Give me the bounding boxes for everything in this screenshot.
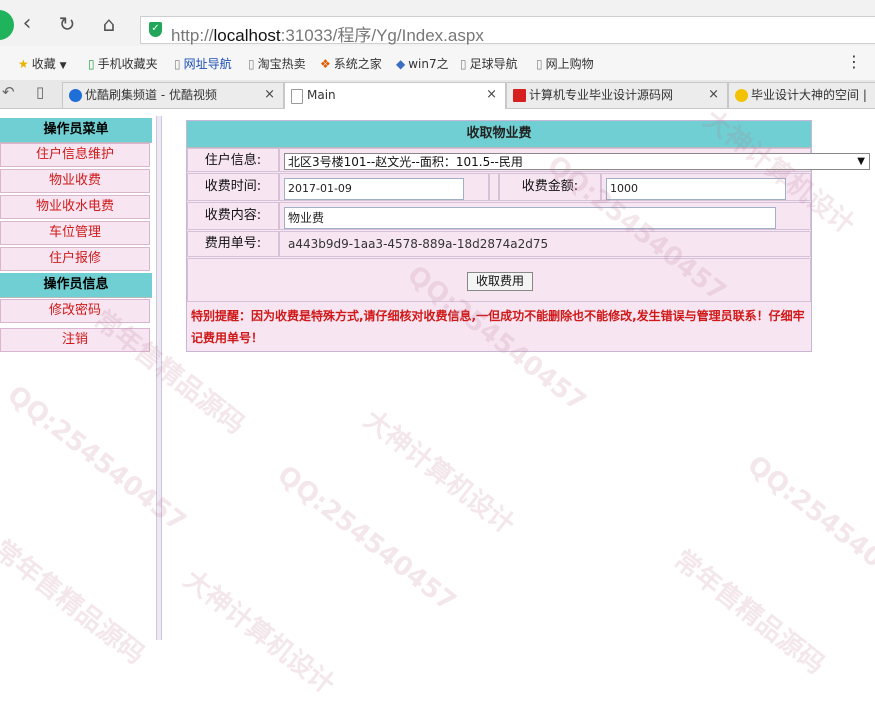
tab-bar: ↶ ▯ 优酷刷集频道 - 优酷视频 × Main × 计算机专业毕业设计源码网 × 毕… xyxy=(0,80,875,109)
close-icon[interactable]: × xyxy=(486,83,497,107)
bookmark-mobile[interactable]: ▯ 手机收藏夹 xyxy=(88,55,158,72)
page-icon: ▯ xyxy=(174,57,181,71)
windows-icon: ❖ xyxy=(320,57,331,71)
resident-label: 住户信息: xyxy=(187,148,279,172)
youku-icon xyxy=(69,89,82,102)
star-icon: ★ xyxy=(18,57,29,71)
tab-main[interactable]: Main × xyxy=(284,82,506,109)
watermark: 大神计算机设计 xyxy=(357,404,520,541)
bookmark-xitong[interactable]: ❖ 系统之家 xyxy=(320,55,382,72)
content-label: 收费内容: xyxy=(187,202,279,230)
menu-item-parking[interactable]: 车位管理 xyxy=(0,221,150,245)
menu-item-change-password[interactable]: 修改密码 xyxy=(0,299,150,323)
resident-cell: 北区3号楼101--赵文光--面积：101.5--民用 ▼ xyxy=(279,148,870,172)
resident-select[interactable]: 北区3号楼101--赵文光--面积：101.5--民用 ▼ xyxy=(284,153,870,170)
menu-header-operator-info: 操作员信息 xyxy=(0,273,152,298)
back-icon[interactable]: ‹ xyxy=(14,11,40,37)
tab-youku[interactable]: 优酷刷集频道 - 优酷视频 × xyxy=(62,82,284,108)
amount-label: 收费金额: xyxy=(499,173,601,201)
chevron-down-icon: ▼ xyxy=(59,61,67,71)
watermark: QQ:254540457 xyxy=(741,450,875,608)
bill-label: 费用单号: xyxy=(187,231,279,257)
menu-item-property-fee[interactable]: 物业收费 xyxy=(0,169,150,193)
spacer-cell xyxy=(489,173,499,201)
watermark: QQ:254540457 xyxy=(271,460,462,618)
address-bar[interactable]: ✓ http://localhost:31033/程序/Yg/Index.asp… xyxy=(140,16,875,45)
reload-icon[interactable]: ↻ xyxy=(54,11,80,37)
tab-space[interactable]: 毕业设计大神的空间 | xyxy=(728,82,875,108)
time-input[interactable]: 2017-01-09 xyxy=(284,178,464,200)
menu-item-logout[interactable]: 注销 xyxy=(0,328,150,352)
watermark: 常年售精品源码 xyxy=(667,544,830,681)
url-text: http://localhost:31033/程序/Yg/Index.aspx xyxy=(171,26,484,45)
bookmark-win7[interactable]: ◆ win7之 xyxy=(396,55,449,72)
watermark: 常年售精品源码 xyxy=(0,534,150,671)
form-title: 收取物业费 xyxy=(187,121,811,148)
bookmark-shopping[interactable]: ▯ 网上购物 xyxy=(536,55,594,72)
bookmarks-bar: ★ 收藏 ▼ ▯ 手机收藏夹 ▯ 网址导航 ▯ 淘宝热卖 ❖ 系统之家 ◆ win7之 ▯ 足… xyxy=(0,46,875,81)
menu-header-operator: 操作员菜单 xyxy=(0,118,152,143)
site-icon xyxy=(513,89,526,102)
menu-item-resident-maintain[interactable]: 住户信息维护 xyxy=(0,143,150,167)
tab-source-code[interactable]: 计算机专业毕业设计源码网 × xyxy=(506,82,728,108)
fee-form: 收取物业费 住户信息: 北区3号楼101--赵文光--面积：101.5--民用 ▼… xyxy=(186,120,870,352)
time-cell: 2017-01-09 xyxy=(279,173,489,201)
frame-divider[interactable] xyxy=(156,116,162,640)
watermark: QQ:254540457 xyxy=(1,380,192,538)
menu-item-utility-fee[interactable]: 物业收水电费 xyxy=(0,195,150,219)
bookmark-taobao[interactable]: ▯ 淘宝热卖 xyxy=(248,55,306,72)
submit-row: 收取费用 xyxy=(187,258,811,302)
browser-toolbar: ‹ ↻ ⌂ ✓ http://localhost:31033/程序/Yg/Ind… xyxy=(0,0,875,46)
menu-item-repair[interactable]: 住户报修 xyxy=(0,247,150,271)
page-icon xyxy=(291,89,303,104)
win7-icon: ◆ xyxy=(396,57,406,71)
warning-note: 特别提醒：因为收费是特殊方式,请仔细核对收费信息,一但成功不能删除也不能修改,发… xyxy=(191,309,805,345)
home-icon[interactable]: ⌂ xyxy=(96,11,122,37)
phone-icon: ▯ xyxy=(88,57,95,71)
star-icon xyxy=(735,89,748,102)
content-input[interactable]: 物业费 xyxy=(284,207,776,229)
browser-logo-icon[interactable] xyxy=(0,10,14,40)
restore-icon[interactable]: ↶ xyxy=(2,83,15,101)
close-icon[interactable]: × xyxy=(264,83,275,107)
bookmark-football[interactable]: ▯ 足球导航 xyxy=(460,55,518,72)
page-icon: ▯ xyxy=(248,57,255,71)
amount-cell: 1000 xyxy=(601,173,811,201)
more-icon[interactable]: ⋮ xyxy=(846,52,862,71)
close-icon[interactable]: × xyxy=(708,83,719,107)
page-icon: ▯ xyxy=(536,57,543,71)
bookmark-favorites[interactable]: ★ 收藏 ▼ xyxy=(18,55,67,72)
watermark: 大神计算机设计 xyxy=(177,564,340,701)
chevron-down-icon: ▼ xyxy=(857,156,865,167)
content-cell: 物业费 xyxy=(279,202,811,230)
secure-shield-icon: ✓ xyxy=(149,22,162,37)
tab-list-icon[interactable]: ▯ xyxy=(36,83,44,101)
collect-fee-button[interactable]: 收取费用 xyxy=(467,272,533,291)
page-icon: ▯ xyxy=(460,57,467,71)
amount-input[interactable]: 1000 xyxy=(606,178,786,200)
bookmark-nav[interactable]: ▯ 网址导航 xyxy=(174,55,232,72)
time-label: 收费时间: xyxy=(187,173,279,201)
bill-number: a443b9d9-1aa3-4578-889a-18d2874a2d75 xyxy=(279,231,811,257)
